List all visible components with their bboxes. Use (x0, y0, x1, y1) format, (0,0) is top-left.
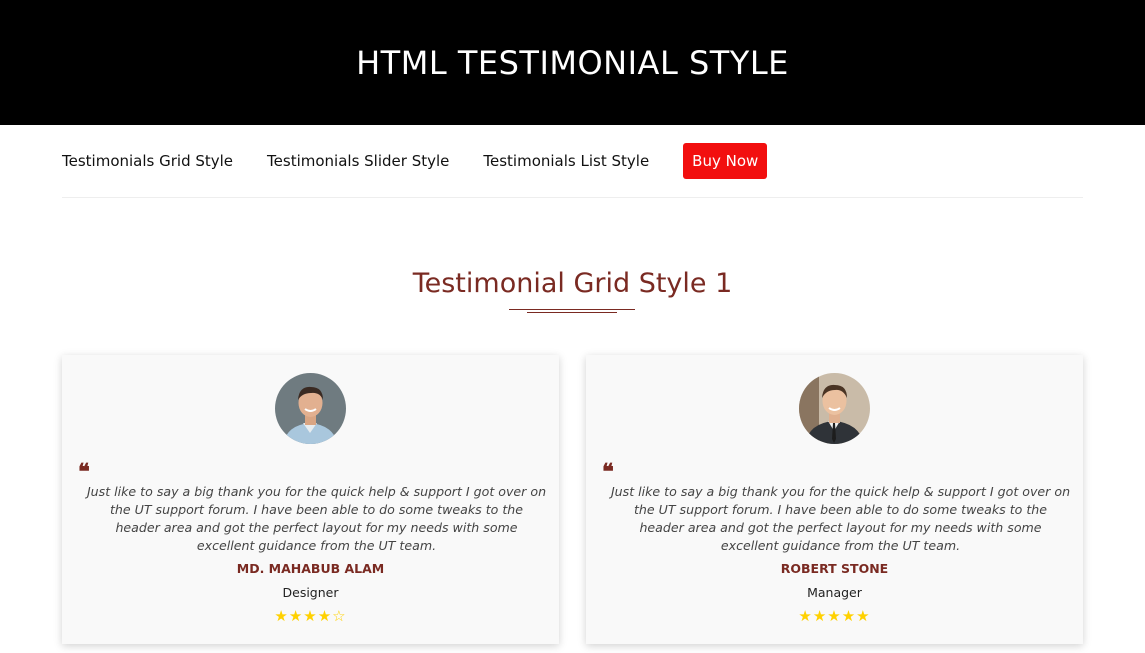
buy-now-button[interactable]: Buy Now (683, 143, 768, 179)
nav-list-style[interactable]: Testimonials List Style (483, 152, 649, 170)
quote-icon: ❝ (78, 459, 90, 485)
avatar (275, 373, 346, 444)
testimonial-quote: Just like to say a big thank you for the… (610, 484, 1071, 553)
main-nav: Testimonials Grid Style Testimonials Sli… (62, 125, 1083, 198)
testimonial-role: Designer (282, 585, 339, 600)
testimonial-quote: Just like to say a big thank you for the… (86, 484, 547, 553)
section-title: Testimonial Grid Style 1 (412, 268, 733, 299)
star-rating: ★★★★☆ (274, 607, 347, 625)
star-rating: ★★★★★ (798, 607, 871, 625)
quote-icon: ❝ (602, 459, 614, 485)
testimonial-name: MD. MAHABUB ALAM (236, 561, 385, 576)
testimonial-card: ❝ Just like to say a big thank you for t… (586, 355, 1083, 644)
testimonial-name: ROBERT STONE (780, 561, 889, 576)
page-header: HTML TESTIMONIAL STYLE (0, 0, 1145, 125)
nav-slider-style[interactable]: Testimonials Slider Style (267, 152, 449, 170)
avatar (799, 373, 870, 444)
title-underline (509, 309, 635, 310)
title-underline-inner (527, 312, 617, 313)
testimonial-role: Manager (807, 585, 862, 600)
nav-grid-style[interactable]: Testimonials Grid Style (62, 152, 233, 170)
page-title: HTML TESTIMONIAL STYLE (356, 43, 789, 82)
testimonial-card: ❝ Just like to say a big thank you for t… (62, 355, 559, 644)
